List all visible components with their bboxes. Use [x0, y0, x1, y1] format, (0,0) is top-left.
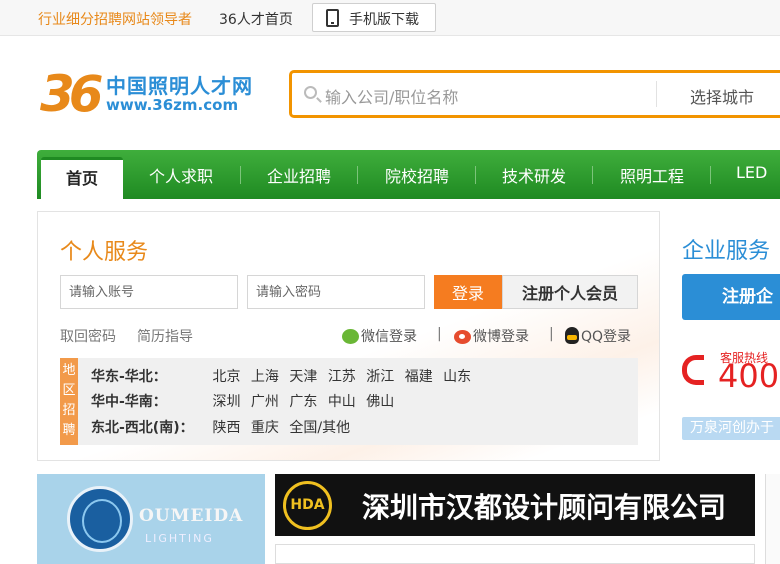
nav-divider [592, 166, 593, 184]
region-label: 华东-华北： [91, 369, 167, 385]
qq-login-link[interactable]: QQ登录 [565, 326, 631, 346]
nav-divider [710, 166, 711, 184]
wechat-icon [342, 329, 359, 344]
ad-brand-sub: LIGHTING [145, 532, 214, 545]
login-separator: | [437, 326, 442, 342]
ad-banner-side[interactable] [765, 474, 780, 564]
city-link-foshan[interactable]: 佛山 [366, 394, 394, 410]
city-link-jiangsu[interactable]: 江苏 [328, 369, 356, 385]
city-link-shenzhen[interactable]: 深圳 [212, 394, 240, 410]
enterprise-strip-link[interactable]: 万泉河创办于 [682, 417, 780, 440]
login-separator: | [549, 326, 554, 342]
city-link-beijing[interactable]: 北京 [212, 369, 240, 385]
nav-divider [240, 166, 241, 184]
mobile-download-button[interactable]: 手机版下载 [312, 3, 436, 32]
mobile-phone-icon [326, 9, 339, 27]
region-row-northeast-northwest: 东北-西北(南)： 陕西 重庆 全国/其他 [91, 417, 356, 437]
ad-banner-handu[interactable]: HDA 深圳市汉都设计顾问有限公司 [275, 474, 755, 536]
personal-service-panel: 个人服务 登录 注册个人会员 取回密码 简历指导 微信登录 | 微博登录 | Q… [37, 211, 660, 461]
resume-guide-link[interactable]: 简历指导 [137, 326, 193, 346]
main-nav: 首页 个人求职 企业招聘 院校招聘 技术研发 照明工程 LED [37, 150, 780, 200]
ad-company-name: 深圳市汉都设计顾问有限公司 [362, 491, 727, 524]
city-select[interactable]: 选择城市 [690, 84, 754, 108]
region-tag: 地区招聘 [60, 358, 78, 445]
logo-name: 中国照明人才网 [106, 74, 253, 98]
region-label: 华中-华南： [91, 394, 167, 410]
globe-logo-icon [67, 486, 133, 552]
site-slogan: 行业细分招聘网站领导者 [38, 12, 192, 28]
enterprise-service-panel: 企业服务 注册企 客服热线 400 万泉河创办于 [660, 211, 780, 461]
city-link-shanghai[interactable]: 上海 [251, 369, 279, 385]
wechat-login-link[interactable]: 微信登录 [342, 326, 417, 346]
nav-job-seeking[interactable]: 个人求职 [149, 163, 213, 187]
city-link-guangzhou[interactable]: 广州 [251, 394, 279, 410]
nav-lighting-engineering[interactable]: 照明工程 [620, 163, 684, 187]
personal-service-title: 个人服务 [60, 240, 149, 265]
hda-logo-icon: HDA [283, 481, 332, 530]
register-personal-button[interactable]: 注册个人会员 [502, 275, 638, 309]
city-link-zhongshan[interactable]: 中山 [328, 394, 356, 410]
weibo-icon [454, 330, 471, 344]
region-label: 东北-西北(南)： [91, 420, 194, 436]
account-input[interactable] [60, 275, 238, 309]
logo-number: 36 [40, 65, 104, 123]
city-link-chongqing[interactable]: 重庆 [251, 420, 279, 436]
ad-brand-name: OUMEIDA [139, 506, 244, 526]
top-bar: 行业细分招聘网站领导者 36人才首页 手机版下载 [0, 0, 780, 36]
region-row-east-north: 华东-华北： 北京 上海 天津 江苏 浙江 福建 山东 [91, 366, 477, 386]
password-input[interactable] [247, 275, 425, 309]
nav-led[interactable]: LED [736, 163, 767, 182]
retrieve-password-link[interactable]: 取回密码 [60, 326, 116, 346]
search-input[interactable]: 输入公司/职位名称 [325, 84, 458, 108]
site-logo[interactable]: 36 中国照明人才网 www.36zm.com [40, 66, 270, 122]
login-button[interactable]: 登录 [434, 275, 502, 309]
nav-divider [475, 166, 476, 184]
mobile-download-label: 手机版下载 [349, 12, 419, 28]
city-link-zhejiang[interactable]: 浙江 [366, 369, 394, 385]
home-link[interactable]: 36人才首页 [219, 9, 293, 29]
city-link-tianjin[interactable]: 天津 [289, 369, 317, 385]
region-recruitment: 地区招聘 华东-华北： 北京 上海 天津 江苏 浙江 福建 山东 华中-华南： … [60, 358, 638, 445]
nav-campus-recruit[interactable]: 院校招聘 [385, 163, 449, 187]
search-divider [656, 81, 657, 107]
nav-enterprise-recruit[interactable]: 企业招聘 [267, 163, 331, 187]
nav-home[interactable]: 首页 [41, 157, 123, 200]
ad-banner-oumeida[interactable]: OUMEIDA LIGHTING [37, 474, 265, 564]
city-link-guangdong[interactable]: 广东 [289, 394, 317, 410]
qq-icon [565, 327, 579, 344]
register-enterprise-button[interactable]: 注册企 [682, 274, 780, 320]
hotline-number: 400 [718, 357, 780, 395]
logo-url: www.36zm.com [106, 96, 239, 114]
search-box[interactable]: 输入公司/职位名称 选择城市 [289, 70, 780, 118]
phone-icon [682, 355, 704, 385]
nav-rnd[interactable]: 技术研发 [502, 163, 566, 187]
city-link-shandong[interactable]: 山东 [443, 369, 471, 385]
region-row-central-south: 华中-华南： 深圳 广州 广东 中山 佛山 [91, 391, 400, 411]
city-link-national-other[interactable]: 全国/其他 [289, 420, 350, 436]
nav-divider [357, 166, 358, 184]
enterprise-service-title: 企业服务 [682, 239, 771, 264]
city-link-fujian[interactable]: 福建 [405, 369, 433, 385]
ad-banner-placeholder[interactable] [275, 544, 755, 564]
weibo-login-link[interactable]: 微博登录 [454, 326, 529, 346]
search-icon [304, 86, 317, 99]
city-link-shaanxi[interactable]: 陕西 [212, 420, 240, 436]
